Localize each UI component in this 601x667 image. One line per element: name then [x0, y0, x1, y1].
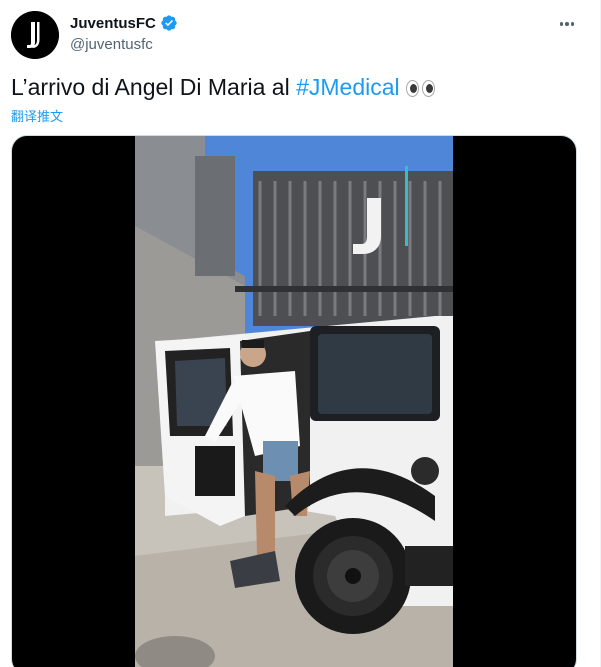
tweet-text-main: L’arrivo di Angel Di Maria al [11, 74, 297, 100]
more-options-icon[interactable] [556, 14, 578, 34]
video-frame[interactable] [135, 136, 453, 667]
display-name[interactable]: JuventusFC [70, 15, 156, 32]
hashtag-link[interactable]: #JMedical [296, 74, 400, 100]
juventus-logo-icon [11, 11, 59, 59]
tweet-card: JuventusFC @juventusfc L’arrivo di Angel… [0, 0, 601, 667]
avatar[interactable] [11, 11, 59, 59]
verified-badge-icon [161, 15, 177, 31]
eyes-emoji-icon [405, 80, 435, 98]
video-player[interactable] [11, 135, 577, 667]
tweet-text: L’arrivo di Angel Di Maria al #JMedical [11, 74, 435, 101]
author-handle[interactable]: @juventusfc [70, 36, 153, 53]
author-name-row: JuventusFC [70, 14, 178, 32]
video-still-image [135, 136, 453, 667]
translate-link[interactable]: 翻译推文 [11, 106, 63, 125]
